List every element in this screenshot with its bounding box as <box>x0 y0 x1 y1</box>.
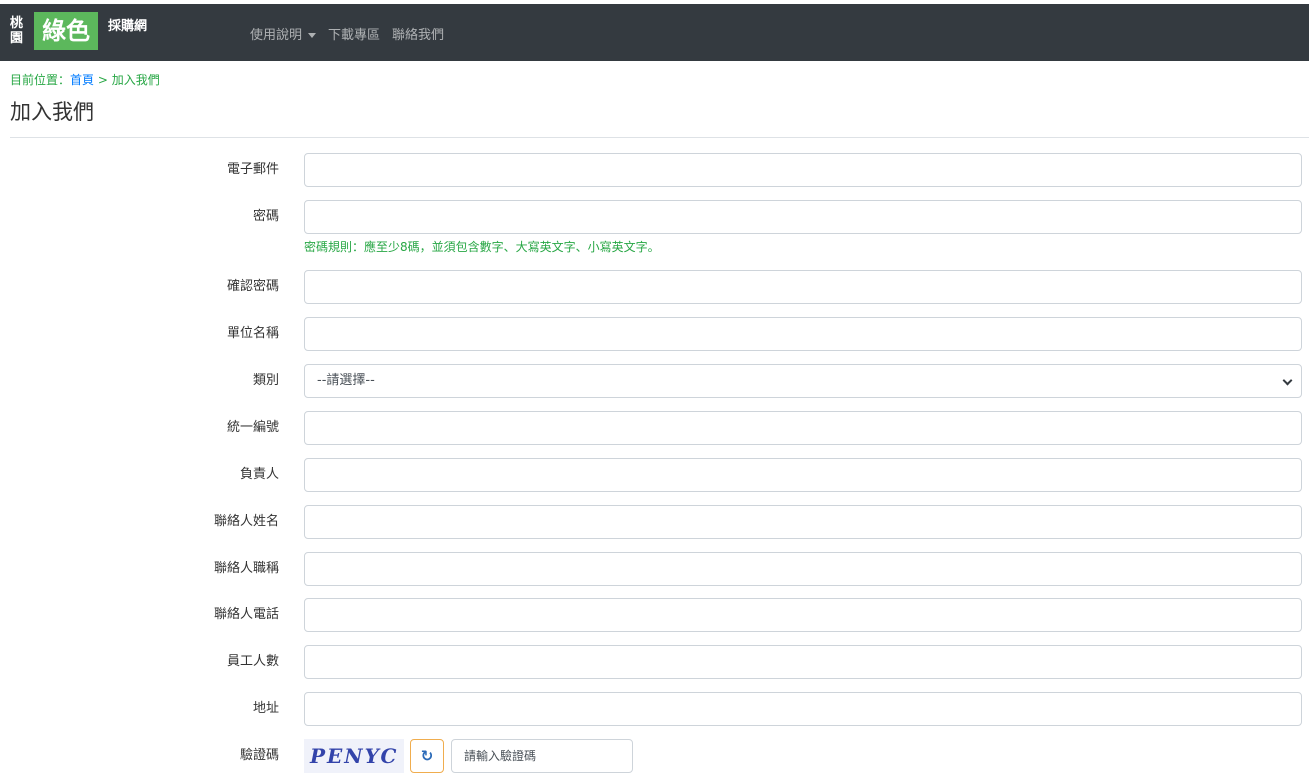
captcha-image: PENYC <box>304 739 404 773</box>
nav-item-label: 使用說明 <box>250 28 303 43</box>
unit-name-row: 單位名稱 <box>0 317 1309 351</box>
refresh-icon[interactable]: ↻ <box>410 739 444 773</box>
logo-subtitle: 採購網 <box>108 19 148 34</box>
employees-row: 員工人數 <box>0 645 1309 679</box>
tax-id-field[interactable] <box>304 411 1302 445</box>
nav-item-usage-guide[interactable]: 使用說明 <box>250 24 317 43</box>
category-label: 類別 <box>252 373 279 388</box>
contact-name-row: 聯絡人姓名 <box>0 505 1309 539</box>
logo-green-badge: 綠色 <box>34 12 98 50</box>
breadcrumb-current: 加入我們 <box>111 73 160 87</box>
email-label: 電子郵件 <box>226 162 279 177</box>
tax-id-label: 統一編號 <box>226 420 279 435</box>
unit-name-label: 單位名稱 <box>226 326 279 341</box>
contact-phone-label: 聯絡人電話 <box>213 607 279 622</box>
contact-phone-field[interactable] <box>304 598 1302 632</box>
contact-title-field[interactable] <box>304 552 1302 586</box>
owner-row: 負責人 <box>0 458 1309 492</box>
breadcrumb-home-link[interactable]: 首頁 <box>70 73 94 87</box>
title-divider <box>10 137 1309 138</box>
captcha-label: 驗證碼 <box>239 748 279 763</box>
address-field[interactable] <box>304 692 1302 726</box>
category-row: 類別 --請選擇-- <box>0 364 1309 398</box>
password-field[interactable] <box>304 200 1302 234</box>
unit-name-field[interactable] <box>304 317 1302 351</box>
chevron-down-icon <box>1282 375 1293 386</box>
breadcrumb-separator: > <box>94 73 112 87</box>
owner-label: 負責人 <box>239 467 279 482</box>
password-label: 密碼 <box>252 209 279 224</box>
contact-name-label: 聯絡人姓名 <box>213 514 279 529</box>
owner-field[interactable] <box>304 458 1302 492</box>
page-title: 加入我們 <box>10 100 94 124</box>
employees-field[interactable] <box>304 645 1302 679</box>
confirm-password-label: 確認密碼 <box>226 279 279 294</box>
category-select[interactable]: --請選擇-- <box>304 364 1302 398</box>
category-selected-value: --請選擇-- <box>317 373 375 388</box>
breadcrumb-prefix: 目前位置： <box>10 73 71 87</box>
caret-down-icon <box>308 33 317 38</box>
address-row: 地址 <box>0 692 1309 726</box>
contact-title-label: 聯絡人職稱 <box>213 561 279 576</box>
email-row: 電子郵件 <box>0 153 1309 187</box>
nav-item-contact[interactable]: 聯絡我們 <box>392 24 444 43</box>
password-row: 密碼 <box>0 200 1309 234</box>
employees-label: 員工人數 <box>226 654 279 669</box>
site-logo[interactable]: 桃園 綠色 採購網 <box>10 12 147 56</box>
contact-phone-row: 聯絡人電話 <box>0 598 1309 632</box>
breadcrumb: 目前位置：首頁 > 加入我們 <box>10 71 160 88</box>
captcha-row: 驗證碼 PENYC ↻ <box>0 739 1309 773</box>
tax-id-row: 統一編號 <box>0 411 1309 445</box>
nav-item-downloads[interactable]: 下載專區 <box>328 24 380 43</box>
confirm-password-field[interactable] <box>304 270 1302 304</box>
address-label: 地址 <box>252 701 279 716</box>
captcha-input[interactable] <box>451 739 633 773</box>
email-field[interactable] <box>304 153 1302 187</box>
top-navbar: 桃園 綠色 採購網 使用說明 下載專區 聯絡我們 <box>0 0 1309 61</box>
logo-city-text: 桃園 <box>10 16 24 46</box>
confirm-password-row: 確認密碼 <box>0 270 1309 304</box>
contact-title-row: 聯絡人職稱 <box>0 552 1309 586</box>
nav-menu: 使用說明 下載專區 聯絡我們 <box>250 24 444 43</box>
password-rule-hint: 密碼規則：應至少8碼，並須包含數字、大寫英文字、小寫英文字。 <box>304 240 660 254</box>
contact-name-field[interactable] <box>304 505 1302 539</box>
